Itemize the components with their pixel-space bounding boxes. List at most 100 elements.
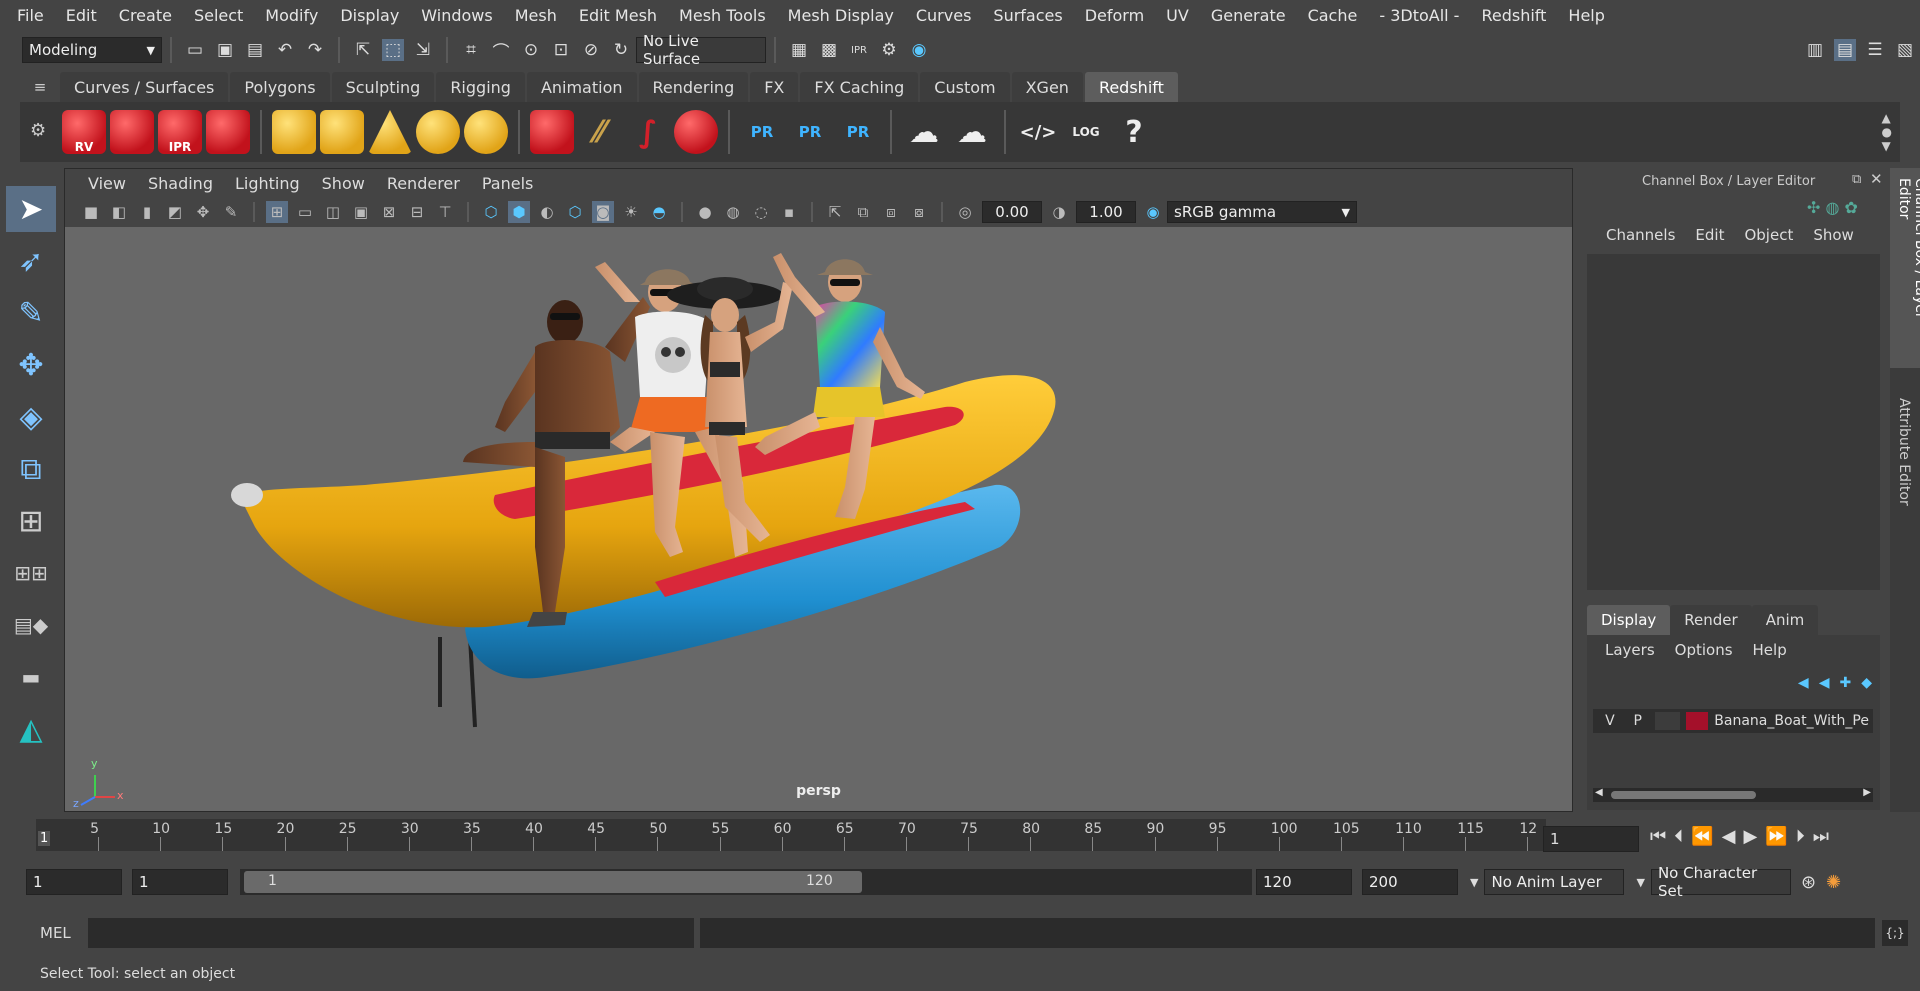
menu-generate[interactable]: Generate	[1200, 6, 1297, 25]
exposure-icon[interactable]: ◎	[954, 201, 976, 223]
step-back-icon[interactable]: ⏴	[1674, 826, 1683, 847]
xray-joints-icon[interactable]: ⧈	[880, 201, 902, 223]
menu-file[interactable]: File	[6, 6, 55, 25]
tab-fx[interactable]: FX	[750, 72, 799, 102]
color-space-dropdown[interactable]: sRGB gamma ▼	[1167, 201, 1357, 223]
menu-deform[interactable]: Deform	[1074, 6, 1155, 25]
toolbox-icon[interactable]: ▧	[1894, 39, 1916, 61]
move-layer-down-icon[interactable]: ◀	[1819, 675, 1830, 691]
render-view-icon[interactable]: ▦	[788, 39, 810, 61]
shadows-icon[interactable]: ◓	[648, 201, 670, 223]
xray-components-icon[interactable]: ⧇	[908, 201, 930, 223]
channel-menu-channels[interactable]: Channels	[1596, 226, 1685, 244]
range-handle[interactable]	[244, 871, 862, 893]
grease-pencil-icon[interactable]: ✎	[220, 201, 242, 223]
proxy-cube-icon[interactable]	[530, 110, 574, 154]
shelf-menu-icon[interactable]: ≡	[20, 72, 60, 102]
cloud-render-icon[interactable]: ☁	[902, 110, 946, 154]
wireframe-icon[interactable]: ⬡	[480, 201, 502, 223]
undo-icon[interactable]: ↶	[274, 39, 296, 61]
tab-redshift[interactable]: Redshift	[1084, 72, 1178, 102]
tab-channel-box[interactable]: Channel Box / Layer Editor	[1890, 168, 1920, 368]
end-time-field[interactable]: 200	[1362, 869, 1458, 895]
lasso-tool-icon[interactable]: ➶	[6, 238, 56, 284]
menu-help[interactable]: Help	[1557, 6, 1615, 25]
layer-playback-toggle[interactable]: P	[1627, 713, 1649, 729]
menu-edit[interactable]: Edit	[55, 6, 108, 25]
playback-start-field[interactable]: 1	[132, 869, 228, 895]
log-icon[interactable]: LOG	[1064, 110, 1108, 154]
safe-action-icon[interactable]: ⊟	[406, 201, 428, 223]
current-frame-field[interactable]: 1	[1543, 826, 1639, 852]
tab-custom[interactable]: Custom	[920, 72, 1010, 102]
menu-mesh[interactable]: Mesh	[504, 6, 568, 25]
render-frame-icon[interactable]: ▩	[818, 39, 840, 61]
tab-attribute-editor[interactable]: Attribute Editor	[1890, 388, 1918, 516]
select-component-icon[interactable]: ⇲	[412, 39, 434, 61]
snap-curve-icon[interactable]: ⌒	[490, 39, 512, 63]
layout-icon[interactable]: ▤	[1834, 39, 1856, 61]
snap-point-icon[interactable]: ⊙	[520, 39, 542, 61]
menu-cache[interactable]: Cache	[1297, 6, 1369, 25]
float-panel-icon[interactable]: ⧉	[1852, 172, 1861, 187]
menu-redshift[interactable]: Redshift	[1470, 6, 1557, 25]
anim-prefs-icon[interactable]: ✺	[1826, 872, 1841, 893]
command-language-label[interactable]: MEL	[40, 924, 71, 942]
outliner-pane-icon[interactable]: ▤◆	[6, 602, 56, 648]
outliner-icon[interactable]: ☰	[1864, 39, 1886, 61]
channel-menu-edit[interactable]: Edit	[1685, 226, 1734, 244]
shelf-scroll-icon[interactable]: ▲ ● ▼	[1882, 111, 1892, 153]
color-management-icon[interactable]: ◉	[1142, 201, 1164, 223]
snap-view-icon[interactable]: ⊡	[550, 39, 572, 61]
isolate-select-icon[interactable]: ⇱	[824, 201, 846, 223]
proxy-create-icon[interactable]: PR	[788, 110, 832, 154]
play-forwards-icon[interactable]: ▶	[1743, 826, 1757, 847]
proxy-export-icon[interactable]: PR	[740, 110, 784, 154]
smooth-shade-icon[interactable]: ⬢	[508, 201, 530, 223]
menu-curves[interactable]: Curves	[905, 6, 983, 25]
tab-fx-caching[interactable]: FX Caching	[800, 72, 919, 102]
scale-tool-icon[interactable]: ⧉	[6, 446, 56, 492]
workspace-icon[interactable]: ▥	[1804, 39, 1826, 61]
playback-end-field[interactable]: 120	[1256, 869, 1352, 895]
menu-uv[interactable]: UV	[1155, 6, 1200, 25]
menu-create[interactable]: Create	[108, 6, 183, 25]
redshift-render-icon[interactable]	[110, 110, 154, 154]
start-time-field[interactable]: 1	[26, 869, 122, 895]
open-scene-icon[interactable]: ▣	[214, 39, 236, 61]
layer-visibility-toggle[interactable]: V	[1599, 713, 1621, 729]
spot-light-icon[interactable]	[368, 110, 412, 154]
four-pane-icon[interactable]: ⊞⊞	[6, 550, 56, 596]
script-editor-icon[interactable]: </>	[1016, 110, 1060, 154]
depth-of-field-icon[interactable]: ▪	[778, 201, 800, 223]
select-tool-icon[interactable]: ➤	[6, 186, 56, 232]
tab-xgen[interactable]: XGen	[1011, 72, 1083, 102]
redshift-ipr-icon[interactable]: IPR	[158, 110, 202, 154]
film-gate-icon[interactable]: ▭	[294, 201, 316, 223]
image-plane-icon[interactable]: ◩	[164, 201, 186, 223]
viewport-menu-panels[interactable]: Panels	[471, 174, 545, 193]
exposure-input[interactable]: 0.00	[982, 201, 1042, 223]
safe-title-icon[interactable]: ⊤	[434, 201, 456, 223]
paint-select-icon[interactable]: ✎	[6, 290, 56, 336]
ambient-occlusion-icon[interactable]: ●	[694, 201, 716, 223]
new-scene-icon[interactable]: ▭	[184, 39, 206, 61]
layer-menu-layers[interactable]: Layers	[1595, 641, 1665, 659]
textured-icon[interactable]: ◙	[592, 201, 614, 223]
tab-polygons[interactable]: Polygons	[230, 72, 330, 102]
wireframe-on-shaded-icon[interactable]: ⬡	[564, 201, 586, 223]
portal-light-icon[interactable]	[320, 110, 364, 154]
layer-scrollbar[interactable]: ◀ ▶	[1593, 787, 1873, 802]
tab-rendering[interactable]: Rendering	[638, 72, 749, 102]
scrollbar-thumb[interactable]	[1611, 791, 1756, 799]
select-object-icon[interactable]: ⬚	[382, 39, 404, 61]
tab-curves-surfaces[interactable]: Curves / Surfaces	[60, 72, 229, 102]
channel-menu-show[interactable]: Show	[1803, 226, 1863, 244]
snap-grid-icon[interactable]: ⌗	[460, 39, 482, 61]
layer-type-toggle[interactable]	[1654, 712, 1681, 730]
camera-attributes-icon[interactable]: ◧	[108, 201, 130, 223]
ipr-render-icon[interactable]: IPR	[848, 39, 870, 61]
rotate-tool-icon[interactable]: ◈	[6, 394, 56, 440]
camera-icon[interactable]: ■	[80, 201, 102, 223]
new-layer-selected-icon[interactable]: ◆	[1861, 675, 1872, 691]
